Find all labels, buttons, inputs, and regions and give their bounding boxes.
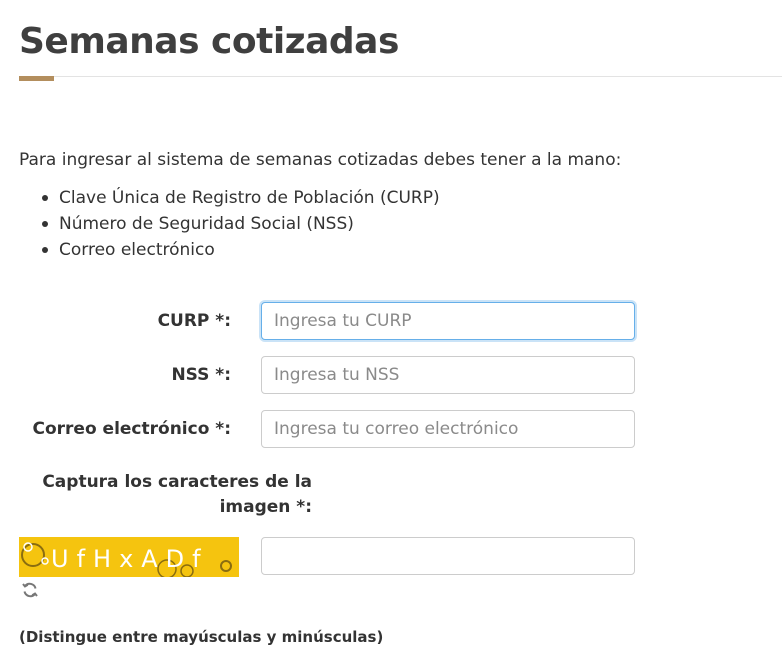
bullet-icon — [42, 195, 48, 201]
captcha-label-line1: Captura los caracteres de la — [42, 472, 312, 492]
page-title: Semanas cotizadas — [19, 21, 399, 62]
curp-label: CURP *: — [157, 311, 231, 331]
requirement-item-email: Correo electrónico — [19, 237, 440, 263]
nss-input[interactable] — [261, 356, 635, 394]
bullet-icon — [42, 247, 48, 253]
captcha-image: UfHxADf — [19, 537, 239, 577]
requirement-item-curp: Clave Única de Registro de Población (CU… — [19, 185, 440, 211]
title-divider — [19, 76, 782, 77]
curp-input[interactable] — [261, 302, 635, 340]
refresh-icon[interactable] — [21, 581, 39, 599]
title-accent-bar — [19, 76, 54, 81]
captcha-drawing: UfHxADf — [21, 542, 232, 577]
requirement-item-label: Correo electrónico — [59, 240, 215, 260]
captcha-label: Captura los caracteres de la imagen *: — [42, 470, 312, 520]
bullet-icon — [42, 221, 48, 227]
requirement-item-nss: Número de Seguridad Social (NSS) — [19, 211, 440, 237]
case-sensitivity-note: (Distingue entre mayúsculas y minúsculas… — [19, 628, 384, 646]
requirement-item-label: Clave Única de Registro de Población (CU… — [59, 188, 440, 208]
requirements-list: Clave Única de Registro de Población (CU… — [19, 185, 440, 263]
email-label: Correo electrónico *: — [32, 419, 232, 439]
nss-label: NSS *: — [171, 365, 231, 385]
intro-text: Para ingresar al sistema de semanas coti… — [19, 150, 622, 170]
requirement-item-label: Número de Seguridad Social (NSS) — [59, 214, 354, 234]
captcha-input[interactable] — [261, 537, 635, 575]
email-input[interactable] — [261, 410, 635, 448]
captcha-characters: UfHxADf — [51, 545, 209, 573]
captcha-label-line2: imagen *: — [219, 497, 312, 517]
